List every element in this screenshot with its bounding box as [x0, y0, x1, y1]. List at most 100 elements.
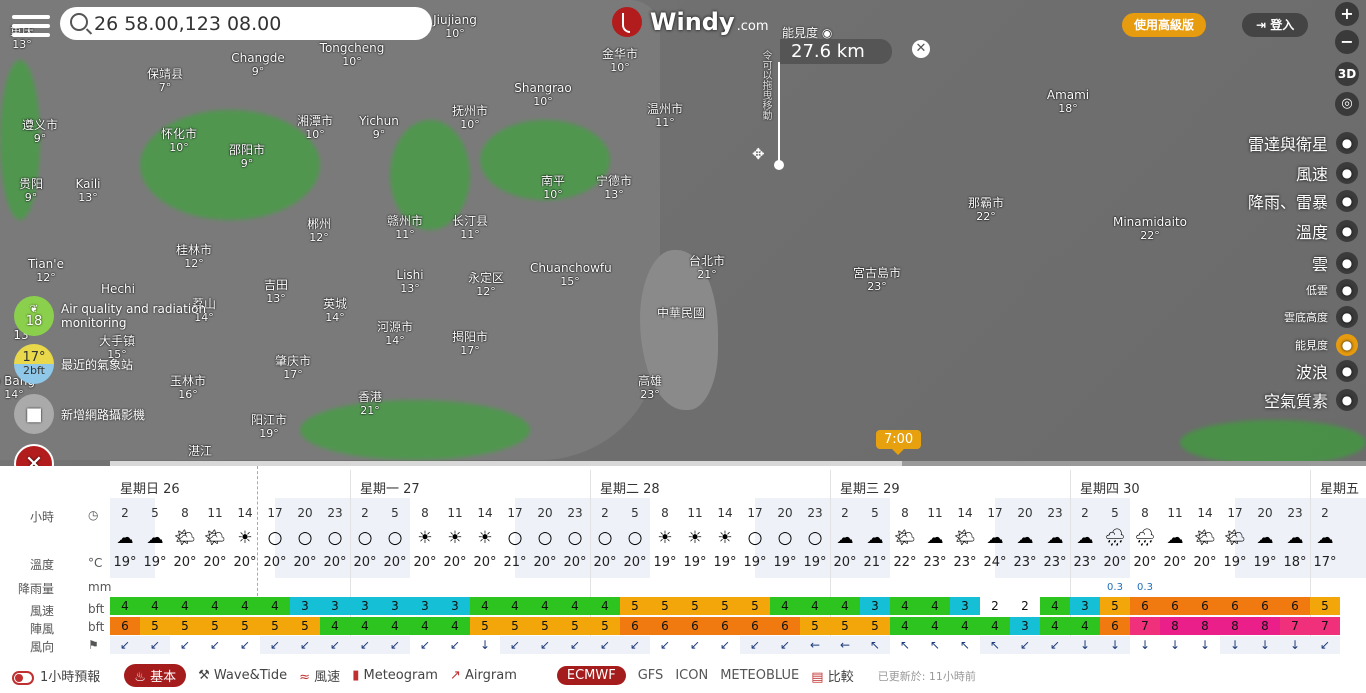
gust-cell: 6	[680, 617, 710, 635]
city-temp: 9°	[251, 65, 265, 78]
hourly-toggle[interactable]: 1小時預報	[12, 666, 100, 685]
meteogram-tab[interactable]: ▮ Meteogram	[352, 668, 438, 683]
model-meteoblue[interactable]: METEOBLUE	[720, 668, 799, 683]
city-label[interactable]: 保靖县 7°	[125, 67, 205, 95]
gust-cell: 4	[890, 617, 920, 635]
car-icon: ●	[1336, 389, 1358, 411]
temp-value: 20°	[353, 555, 377, 570]
picker-dot[interactable]	[774, 160, 784, 170]
basic-tab[interactable]: ♨ 基本	[124, 664, 187, 687]
city-label[interactable]: Minamidaito 22°	[1110, 215, 1190, 243]
city-label[interactable]: 邵阳市 9°	[207, 143, 287, 171]
city-label[interactable]: 桂林市 12°	[154, 243, 234, 271]
city-label[interactable]: Tongcheng 10°	[312, 41, 392, 69]
city-label[interactable]: Hechi	[78, 282, 158, 296]
menu-button[interactable]	[12, 10, 50, 40]
hour-label: 23	[807, 506, 823, 520]
search-box[interactable]	[60, 7, 432, 40]
city-name: Shangrao	[514, 81, 572, 95]
city-label[interactable]: 金华市 10°	[580, 47, 660, 75]
city-label[interactable]: 香港 21°	[330, 390, 410, 418]
layer-item[interactable]: 空氣質素 ●	[1264, 387, 1358, 413]
city-label[interactable]: 抚州市 10°	[430, 104, 510, 132]
city-label[interactable]: Tian'e 12°	[6, 257, 86, 285]
timeline-time-bubble[interactable]: 7:00	[876, 430, 922, 455]
city-temp: 12°	[36, 271, 56, 284]
city-label[interactable]: 遵义市 9°	[0, 118, 80, 146]
temp-value: 20°	[623, 555, 647, 570]
city-label[interactable]: 台北市 21°	[667, 254, 747, 282]
temp-value: 19°	[683, 555, 707, 570]
city-label[interactable]: 高雄 23°	[610, 374, 690, 402]
city-label[interactable]: Chuanchowfu 15°	[530, 261, 612, 289]
temp-value: 24°	[983, 555, 1007, 570]
layer-item[interactable]: 波浪 ●	[1296, 358, 1358, 384]
station-wind: 2bft	[23, 364, 45, 377]
city-label[interactable]: Changde 9°	[218, 51, 298, 79]
temp-value: 17°	[1313, 555, 1337, 570]
wind-tab[interactable]: ≈ 風速	[299, 666, 340, 685]
model-gfs[interactable]: GFS	[638, 668, 664, 683]
model-icon[interactable]: ICON	[675, 668, 708, 683]
city-label[interactable]: 玉林市 16°	[148, 374, 228, 402]
city-label[interactable]: Shangrao 10°	[503, 81, 583, 109]
weather-icon: ○	[327, 528, 343, 548]
city-label[interactable]: 肇庆市 17°	[253, 354, 333, 382]
city-label[interactable]: 宮古島市 23°	[837, 266, 917, 294]
drag-move-icon[interactable]: ✥	[752, 145, 765, 163]
city-label[interactable]: 河源市 14°	[355, 320, 435, 348]
city-label[interactable]: Kaili 13°	[48, 177, 128, 205]
compare-button[interactable]: ▤ 比較	[811, 666, 853, 685]
layer-item[interactable]: 雲底高度 ●	[1284, 304, 1358, 330]
login-button[interactable]: ⇥ 登入	[1242, 13, 1309, 37]
temp-value: 20°	[473, 555, 497, 570]
city-label[interactable]: 那霸市 22°	[946, 196, 1026, 224]
wave-tide-tab[interactable]: ⚒ Wave&Tide	[198, 668, 287, 683]
premium-button[interactable]: 使用高級版	[1122, 13, 1207, 37]
picker-close-icon[interactable]: ✕	[912, 40, 930, 58]
3d-button[interactable]: 3D	[1335, 62, 1359, 86]
layer-label: 風速	[1295, 165, 1328, 184]
air-quality-item[interactable]: ❦ 18 Air quality and radiation monitoring	[14, 296, 206, 336]
layer-item[interactable]: 風速 ●	[1296, 160, 1358, 186]
zoom-out-button[interactable]: −	[1335, 30, 1359, 54]
city-label[interactable]: 宁德市 13°	[574, 174, 654, 202]
wind-cell: 5	[650, 597, 680, 615]
city-name: 吉田	[263, 278, 288, 292]
layer-item[interactable]: 溫度 ●	[1296, 218, 1358, 244]
layer-item[interactable]: 雲 ●	[1312, 250, 1358, 276]
city-label[interactable]: Amami 18°	[1028, 88, 1108, 116]
layer-item[interactable]: 能見度 ●	[1295, 332, 1358, 358]
layer-item[interactable]: 雷達與衛星 ●	[1248, 130, 1358, 156]
hour-label: 23	[1047, 506, 1063, 520]
city-label[interactable]: 长汀县 11°	[430, 214, 510, 242]
city-label[interactable]: 阳江市 19°	[229, 413, 309, 441]
city-label[interactable]: 湛江	[160, 444, 240, 458]
airgram-tab[interactable]: ↗ Airgram	[450, 668, 517, 683]
city-label[interactable]: Lishi 13°	[370, 268, 450, 296]
search-input[interactable]	[92, 7, 416, 40]
webcam-item[interactable]: ■ 新增網路攝影機	[14, 394, 145, 434]
city-label[interactable]: 中華民國	[641, 306, 721, 320]
wind-direction-icon: ↙	[650, 636, 680, 654]
city-label[interactable]: 揭阳市 17°	[430, 330, 510, 358]
city-label[interactable]: 温州市 11°	[625, 102, 705, 130]
hurricane-icon[interactable]: ◎	[1335, 92, 1359, 116]
layer-item[interactable]: 低雲 ●	[1306, 277, 1358, 303]
layer-label: 溫度	[1295, 223, 1328, 242]
now-marker	[257, 466, 258, 596]
city-temp: 9°	[240, 157, 254, 170]
day-header: 星期日 26	[120, 482, 180, 497]
city-label[interactable]: 永定区 12°	[446, 271, 526, 299]
zoom-in-button[interactable]: +	[1335, 2, 1359, 26]
windy-logo[interactable]: Windy .com	[612, 6, 769, 38]
model-ecmwf[interactable]: ECMWF	[556, 666, 626, 685]
city-label[interactable]: 郴州 12°	[279, 217, 359, 245]
weather-map[interactable]: Tongcheng 10° Changde 9° 保靖县 7° Jiujiang 10° 金华市…	[0, 0, 1366, 466]
city-label[interactable]: Yichun 9°	[339, 114, 419, 142]
weather-icon: ☀	[417, 528, 433, 548]
weather-station-item[interactable]: 17° 2bft 最近的氣象站	[14, 344, 133, 384]
weather-icon: ☀	[687, 528, 703, 548]
wind-direction-icon: ↙	[200, 636, 230, 654]
layer-item[interactable]: 降雨、雷暴 ●	[1248, 188, 1358, 214]
